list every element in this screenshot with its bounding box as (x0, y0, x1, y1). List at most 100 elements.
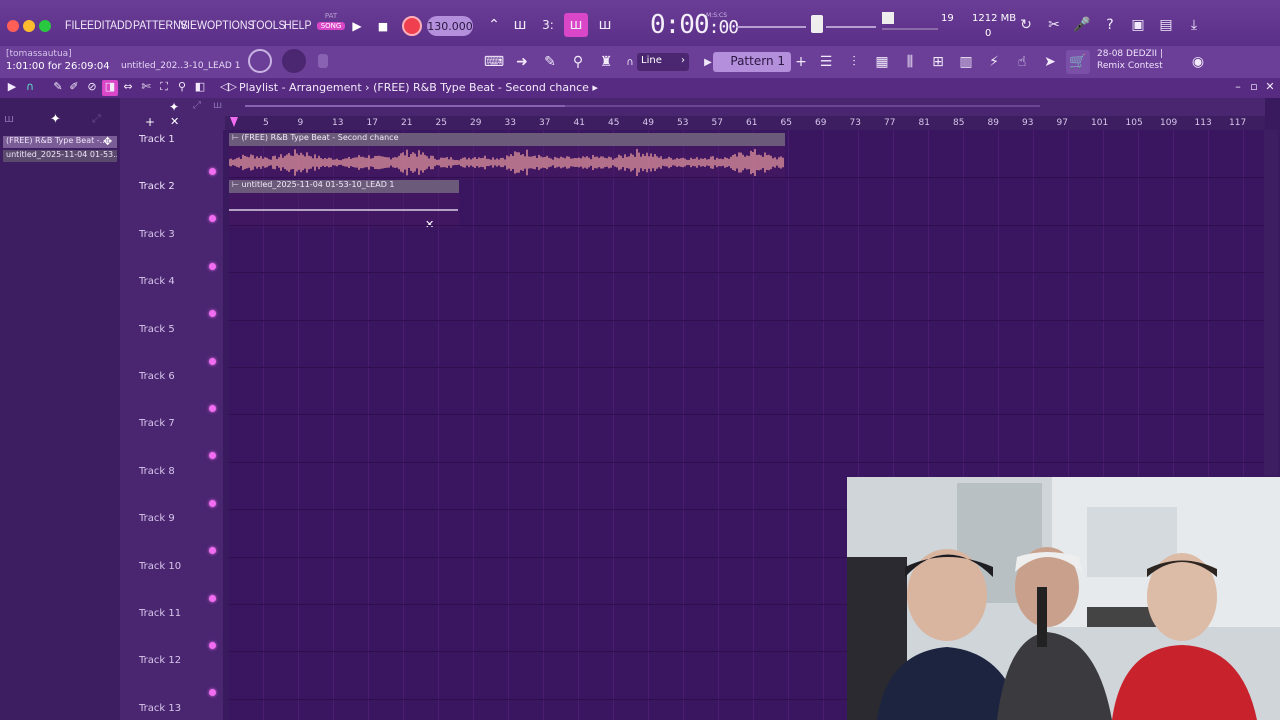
menu-edit[interactable]: EDIT (87, 18, 111, 32)
breadcrumb-arrow-icon[interactable]: ▸ (592, 81, 598, 94)
mute-tool-icon[interactable]: ◨ (102, 80, 118, 96)
shop-icon[interactable]: 🛒 (1066, 50, 1090, 74)
timeline-ruler[interactable]: 5 9 13 17 21 25 29 33 37 41 45 49 53 57 61 65 69 73 77 81 85… (225, 116, 1265, 130)
delete-tool-icon[interactable]: ⊘ (84, 80, 100, 96)
track-name[interactable]: Track 9 (139, 513, 175, 524)
close-icon[interactable]: ✕ (1262, 80, 1278, 96)
add-track-icon[interactable]: + (145, 115, 155, 129)
audio-clip-body[interactable] (228, 146, 785, 179)
track-name[interactable]: Track 3 (139, 229, 175, 240)
menu-help[interactable]: HELP (284, 18, 312, 32)
track-enable-dot[interactable] (209, 499, 216, 507)
picker-automation-icon[interactable]: ⤢ (92, 112, 112, 128)
tempo-display[interactable]: 130.000 (427, 16, 473, 36)
minimize-window-button[interactable] (23, 20, 35, 32)
pattern-selector[interactable]: Pattern 1 (713, 52, 791, 72)
track-mode-icon[interactable]: ✦ (169, 100, 179, 114)
play-arrow-icon[interactable]: ▶ (4, 80, 20, 96)
picker-audio-icon[interactable]: ✦ (50, 112, 70, 128)
link-icon[interactable]: ⚲ (566, 50, 590, 74)
arrow-icon[interactable]: ➜ (510, 50, 534, 74)
play-button[interactable]: ▶ (348, 17, 366, 35)
track-enable-dot[interactable] (209, 547, 216, 555)
file-icon[interactable]: ▥ (954, 50, 978, 74)
refresh-icon[interactable]: ↻ (1014, 13, 1038, 37)
paint-tool-icon[interactable]: ✐ (66, 80, 82, 96)
browser-icon[interactable]: ⊞ (926, 50, 950, 74)
playback-tool-icon[interactable]: ◧ (192, 80, 208, 96)
metronome-icon[interactable]: ⌃ (482, 13, 506, 37)
menu-view[interactable]: VIEW (180, 18, 207, 32)
master-volume-handle[interactable] (811, 15, 823, 33)
save-icon[interactable]: ▣ (1126, 13, 1150, 37)
draw-icon[interactable]: ✎ (538, 50, 562, 74)
track-enable-dot[interactable] (209, 689, 216, 697)
main-pitch-knob[interactable] (282, 49, 306, 73)
track-name[interactable]: Track 7 (139, 418, 175, 429)
track-name[interactable]: Track 2 (139, 181, 175, 192)
group-icon[interactable]: ш (213, 100, 222, 111)
track-name[interactable]: Track 10 (139, 561, 181, 572)
step-sequencer-icon[interactable]: ▦ (870, 50, 894, 74)
minimize-icon[interactable]: – (1230, 80, 1246, 96)
add-pattern-icon[interactable]: + (789, 50, 813, 74)
arrangement-arrow-icon[interactable]: ◁▷ (220, 80, 237, 96)
wait-input-icon[interactable]: ш (508, 13, 532, 37)
track-name[interactable]: Track 5 (139, 324, 175, 335)
track-name[interactable]: Track 12 (139, 655, 181, 666)
menu-add[interactable]: ADD (110, 18, 132, 32)
draw-tool-icon[interactable]: ✎ (50, 80, 66, 96)
piano-roll-icon[interactable]: ⌨ (482, 50, 506, 74)
touch-icon[interactable]: ☝ (1010, 50, 1034, 74)
stop-button[interactable]: ■ (374, 17, 392, 35)
track-enable-dot[interactable] (209, 310, 216, 318)
track-enable-dot[interactable] (209, 594, 216, 602)
track-enable-dot[interactable] (209, 452, 216, 460)
menu-tools[interactable]: TOOLS (250, 18, 286, 32)
help-icon[interactable]: ? (1098, 13, 1122, 37)
menu-options[interactable]: OPTIONS (207, 18, 255, 32)
arrangement-overview[interactable] (225, 98, 1265, 116)
track-name[interactable]: Track 13 (139, 703, 181, 714)
globe-icon[interactable]: ◉ (1186, 50, 1210, 74)
track-enable-dot[interactable] (209, 405, 216, 412)
picker-pattern-icon[interactable]: ш (4, 112, 24, 128)
track-enable-dot[interactable] (209, 357, 216, 365)
blend-recording-icon[interactable]: ш (564, 13, 588, 37)
slice-tool-icon[interactable]: ✄ (138, 80, 154, 96)
track-name[interactable]: Track 8 (139, 466, 175, 477)
microphone-icon[interactable]: 🎤 (1070, 13, 1094, 37)
slip-tool-icon[interactable]: ⇔ (120, 80, 136, 96)
fl-icon[interactable]: ➤ (1038, 50, 1062, 74)
maximize-window-button[interactable] (39, 20, 51, 32)
picker-item[interactable]: (FREE) R&B Type Beat -... (3, 136, 117, 148)
track-enable-dot[interactable] (209, 262, 216, 270)
news-panel[interactable]: 28-08 DEDZII | Remix Contest (1097, 48, 1163, 72)
snap-dropdown[interactable]: Line › (637, 53, 689, 71)
restore-icon[interactable]: ▫ (1246, 80, 1262, 96)
menu-file[interactable]: FILE (65, 18, 87, 32)
countdown-icon[interactable]: 3: (536, 13, 560, 37)
snap-magnet-icon[interactable]: ∩ (22, 80, 38, 96)
track-enable-dot[interactable] (209, 215, 216, 223)
expand-icon[interactable]: ⤢ (193, 100, 201, 111)
plugin-icon[interactable]: ⚡ (982, 50, 1006, 74)
pat-song-toggle[interactable]: PAT SONG (317, 12, 345, 40)
track-name[interactable]: Track 6 (139, 371, 175, 382)
render-icon[interactable]: ▤ (1154, 13, 1178, 37)
track-name[interactable]: Track 4 (139, 276, 175, 287)
main-volume-knob[interactable] (248, 49, 272, 73)
channel-rack-icon[interactable]: ⫶ (842, 50, 866, 74)
track-enable-dot[interactable] (209, 168, 216, 175)
record-button[interactable] (402, 16, 422, 36)
picker-splitter[interactable] (120, 98, 133, 720)
export-icon[interactable]: ⤓ (1182, 13, 1206, 37)
loop-record-icon[interactable]: ш (593, 13, 617, 37)
zoom-tool-icon[interactable]: ⚲ (174, 80, 190, 96)
audio-clip-header[interactable]: ⊢ untitled_2025-11-04 01-53-10_LEAD 1 (229, 180, 459, 193)
stamp-icon[interactable]: ♜ (594, 50, 618, 74)
playlist-icon[interactable]: ☰ (814, 50, 838, 74)
picker-move-icon[interactable]: ✥ (103, 135, 112, 148)
track-name[interactable]: Track 1 (139, 134, 175, 145)
cut-icon[interactable]: ✂ (1042, 13, 1066, 37)
